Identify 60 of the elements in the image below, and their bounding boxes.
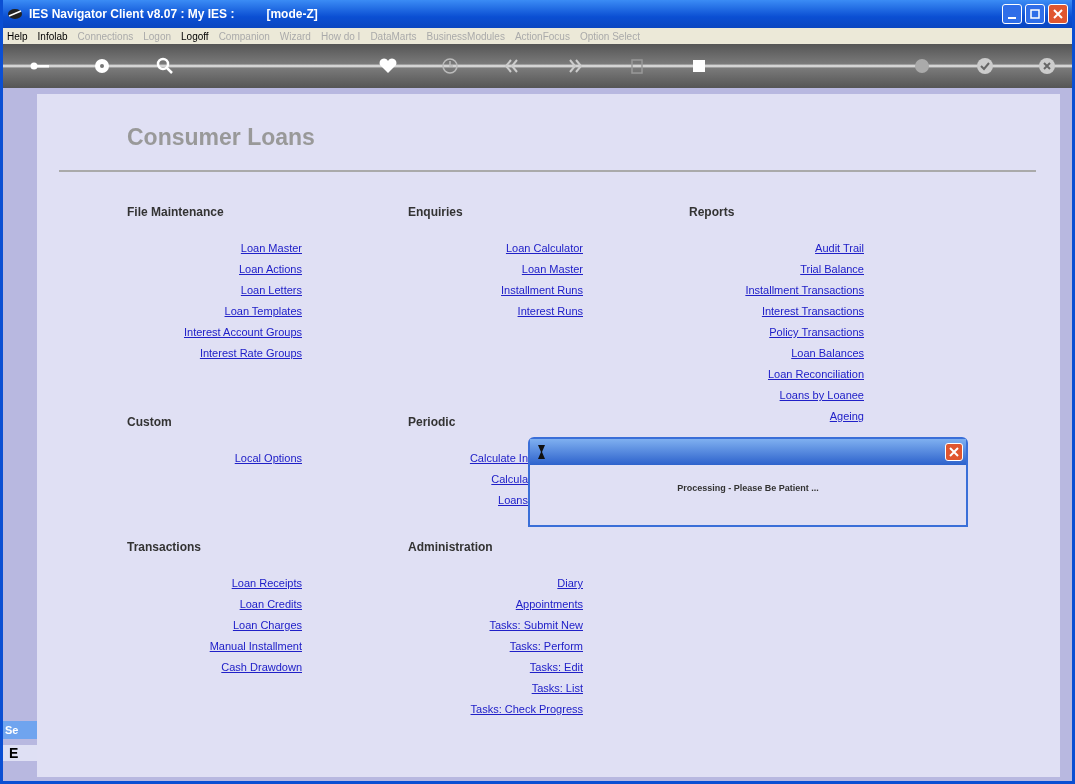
menu-link[interactable]: Loan Master	[240, 241, 302, 262]
menu-link[interactable]: Loan Actions	[239, 262, 302, 283]
menu-item[interactable]: Logoff	[181, 30, 209, 42]
menu-link[interactable]: Diary	[557, 576, 583, 597]
menu-link[interactable]: Loans	[498, 493, 528, 514]
close-button[interactable]	[945, 443, 963, 461]
menu-link[interactable]: Loan Letters	[240, 283, 302, 304]
menu-link[interactable]: Interest Rate Groups	[199, 346, 302, 367]
menu-link[interactable]: Tasks: Check Progress	[470, 702, 583, 723]
menu-link[interactable]: Appointments	[515, 597, 583, 618]
close-icon	[1053, 9, 1063, 19]
menu-link[interactable]: Manual Installment	[209, 639, 302, 660]
minimize-icon	[1008, 16, 1016, 19]
menu-link[interactable]: Loan Master	[521, 262, 583, 283]
menu-link[interactable]: Loan Credits	[239, 597, 302, 618]
close-button[interactable]	[1048, 4, 1068, 24]
menu-link[interactable]: Calculate In	[469, 451, 528, 472]
menu-item[interactable]: Infolab	[37, 30, 68, 42]
menu-link[interactable]: Loan Reconciliation	[768, 367, 864, 388]
menu-link[interactable]: Cash Drawdown	[221, 660, 302, 681]
menu-link[interactable]: Loan Calculator	[505, 241, 583, 262]
menu-link[interactable]: Local Options	[234, 451, 302, 472]
section-heading: File Maintenance	[127, 205, 225, 221]
menu-link[interactable]: Tasks: Submit New	[489, 618, 583, 639]
maximize-icon	[1030, 9, 1040, 19]
page-title: Consumer Loans	[126, 123, 316, 152]
mode-label: [mode-Z]	[266, 7, 318, 21]
menu-link[interactable]: Tasks: Edit	[529, 660, 583, 681]
side-panel-item[interactable]: E	[3, 745, 37, 761]
menu-link[interactable]: Trial Balance	[800, 262, 864, 283]
section-heading: Transactions	[127, 540, 203, 556]
menu-link[interactable]: Policy Transactions	[769, 325, 864, 346]
minimize-button[interactable]	[1002, 4, 1022, 24]
menu-link[interactable]: Loan Receipts	[231, 576, 302, 597]
menu-link[interactable]: Interest Account Groups	[184, 325, 302, 346]
menu-link[interactable]: Tasks: Perform	[509, 639, 583, 660]
menu-link[interactable]: Loan Templates	[224, 304, 302, 325]
section-heading: Periodic	[408, 415, 457, 431]
menu-link[interactable]: Tasks: List	[531, 681, 583, 702]
menu-item[interactable]: Help	[7, 30, 28, 42]
section-heading: Administration	[408, 540, 494, 556]
close-icon	[949, 447, 959, 457]
app-logo-icon	[7, 7, 23, 21]
menu-link[interactable]: Installment Transactions	[745, 283, 864, 304]
menu-link[interactable]: Loans by Loanee	[779, 388, 864, 409]
dialog-message: Processing - Please Be Patient ...	[677, 483, 819, 493]
section-heading: Enquiries	[408, 205, 464, 221]
menu-link[interactable]: Ageing	[829, 409, 864, 430]
menu-link[interactable]: Calcula	[491, 472, 528, 493]
section-heading: Custom	[127, 415, 173, 431]
maximize-button[interactable]	[1025, 4, 1045, 24]
menu-link[interactable]: Interest Runs	[517, 304, 583, 325]
menu-link[interactable]: Loan Charges	[232, 618, 302, 639]
menu-link[interactable]: Interest Transactions	[761, 304, 864, 325]
menu-link[interactable]: Audit Trail	[815, 241, 864, 262]
window-title: IES Navigator Client v8.07 : My IES :	[29, 7, 235, 21]
section-heading: Reports	[689, 205, 736, 221]
hourglass-icon	[536, 444, 548, 460]
menu-link[interactable]: Loan Balances	[791, 346, 864, 367]
menu-link[interactable]: Installment Runs	[501, 283, 583, 304]
